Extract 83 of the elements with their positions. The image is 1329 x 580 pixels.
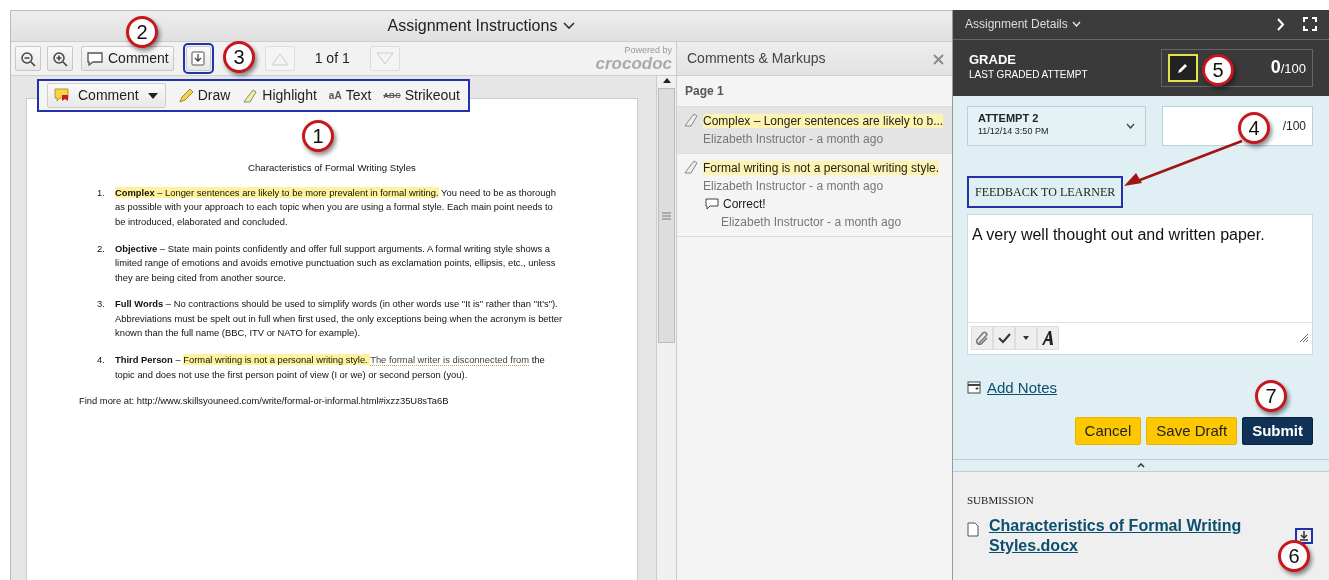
action-button[interactable]: Cancel [1074, 417, 1142, 446]
attempt-dropdown[interactable]: ATTEMPT 2 11/12/14 3:50 PM [967, 105, 1146, 146]
speech-bubble-icon [86, 51, 104, 66]
section-heading: SUBMISSION [967, 492, 1035, 508]
panel-title: Comments & Markups [687, 49, 826, 68]
pencil-icon [1177, 61, 1189, 74]
action-button[interactable]: Save Draft [1146, 417, 1238, 446]
comment-entry[interactable]: Complex – Longer sentences are likely to b... Elizabeth Instructor - a month ago [677, 107, 952, 154]
grade-score: 0/100 [1270, 56, 1306, 80]
checkmark-icon [997, 332, 1011, 345]
speech-bubble-icon [705, 198, 719, 210]
annotation-tool[interactable]: ABC Strikeout [383, 85, 460, 106]
chevron-down-icon [1126, 122, 1135, 129]
arrow-down-icon [1299, 531, 1309, 542]
zoom-out-icon [20, 50, 36, 67]
resize-handle-icon[interactable] [1299, 333, 1309, 344]
comment-dropdown[interactable]: Comment [47, 83, 166, 108]
edit-button[interactable] [1168, 53, 1198, 82]
download-icon [191, 51, 206, 66]
feedback-editor[interactable]: A very well thought out and written paper. [967, 213, 1313, 355]
triangle-down-icon [374, 51, 395, 66]
annotation-tool[interactable]: Highlight [242, 85, 317, 106]
grip-icon [662, 211, 671, 220]
list-number: 1. [97, 185, 106, 200]
collapse-handle[interactable] [953, 459, 1329, 472]
chevron-right-icon[interactable] [1277, 17, 1285, 31]
dropdown-button[interactable] [1015, 326, 1037, 351]
chevron-up-icon [1137, 462, 1145, 468]
list-item-text: Third Person – Formal writing is not a personal writing style. The formal writer is disconnected from the topic and does not use the first person point of view (I or we) or second person (you). [115, 353, 546, 382]
font-icon [1041, 330, 1055, 347]
zoom-in-icon [52, 50, 68, 67]
pencil-icon [177, 87, 194, 104]
highlighter-icon [242, 87, 259, 104]
powered-by-label: Powered by [624, 45, 672, 55]
comment-text: Formal writing is not a personal writing style. [703, 161, 940, 175]
font-button[interactable] [1037, 326, 1059, 351]
close-icon [933, 53, 944, 65]
section-heading: FEEDBACK TO LEARNER [967, 175, 1124, 208]
fullscreen-icon[interactable] [1303, 17, 1317, 32]
annotation-tool[interactable]: Draw [177, 85, 231, 106]
caret-icon [146, 91, 159, 100]
list-number: 4. [97, 353, 106, 368]
highlighter-icon [683, 112, 699, 128]
list-item-text: Objective – State main points confidently and offer full support arguments. A formal writing style shows a limited range of emotions and avoids emotive punctuation such as exclamation points, ellipsis, etc., unless they are being cited from another source. [115, 241, 557, 285]
add-notes-link[interactable]: Add Notes [987, 376, 1058, 400]
chevron-down-icon[interactable] [563, 22, 576, 30]
reply-text: Correct! [723, 196, 766, 213]
caret-icon [1023, 336, 1029, 341]
zoom-in-button[interactable] [47, 46, 73, 71]
text-tool-icon: aA [328, 88, 342, 103]
scrollbar[interactable] [656, 76, 676, 580]
comment-meta: Elizabeth Instructor - a month ago [703, 131, 885, 148]
comment-flag-icon [54, 88, 70, 103]
page-indicator: 1 of 1 [313, 49, 351, 68]
list-number: 2. [97, 241, 106, 256]
list-item-text: Complex – Longer sentences are likely to be more prevalent in formal writing. You need to be as thorough as possible with your approach to each topic when you are using a formal style. Each main point needs to be introduced, elaborated and concluded. [115, 185, 557, 229]
comment-button[interactable]: Comment [81, 46, 174, 71]
file-icon [967, 522, 979, 538]
list-item-text: Full Words – No contractions should be used to simplify words (in other words use "It is" rather than "It's"). Abbreviations must be spelt out in full when first used, the only exceptions being when the acronym is better known than the full name (BBC, ITV or NATO for example). [115, 297, 564, 341]
triangle-up-icon [269, 51, 290, 66]
submit-button[interactable]: Submit [1242, 417, 1313, 446]
source-link-text: Find more at: http://www.skillsyouneed.com/write/formal-or-informal.html#ixzz35U8sTa6B [79, 394, 450, 409]
attach-button[interactable] [971, 326, 993, 351]
panel-title: Assignment Instructions [387, 16, 558, 36]
paperclip-icon [975, 331, 989, 346]
grade-sublabel: LAST GRADED ATTEMPT [969, 68, 1088, 83]
file-link[interactable]: Characteristics of Formal Writing Styles.docx [989, 516, 1249, 557]
document-title: Characteristics of Formal Writing Styles [247, 161, 417, 175]
crocodoc-logo: crocodoc [595, 54, 672, 72]
panel-title: Assignment Details [965, 16, 1068, 34]
grade-label: GRADE [969, 53, 1017, 68]
comment-meta: Elizabeth Instructor - a month ago [703, 178, 885, 195]
highlighter-icon [683, 159, 699, 175]
annotation-tool[interactable]: aA Text [328, 85, 372, 106]
comment-text: Complex – Longer sentences are likely to b... [703, 114, 944, 128]
reply-meta: Elizabeth Instructor - a month ago [720, 214, 903, 231]
strikeout-icon: ABC [383, 89, 401, 102]
zoom-out-button[interactable] [15, 46, 41, 71]
note-icon [967, 381, 981, 395]
comment-entry[interactable]: Formal writing is not a personal writing style. Elizabeth Instructor - a month ago Correct! Elizabeth Instructor - a month ago [677, 154, 952, 237]
download-button[interactable] [185, 46, 211, 71]
list-number: 3. [97, 297, 106, 312]
spellcheck-button[interactable] [993, 326, 1015, 351]
